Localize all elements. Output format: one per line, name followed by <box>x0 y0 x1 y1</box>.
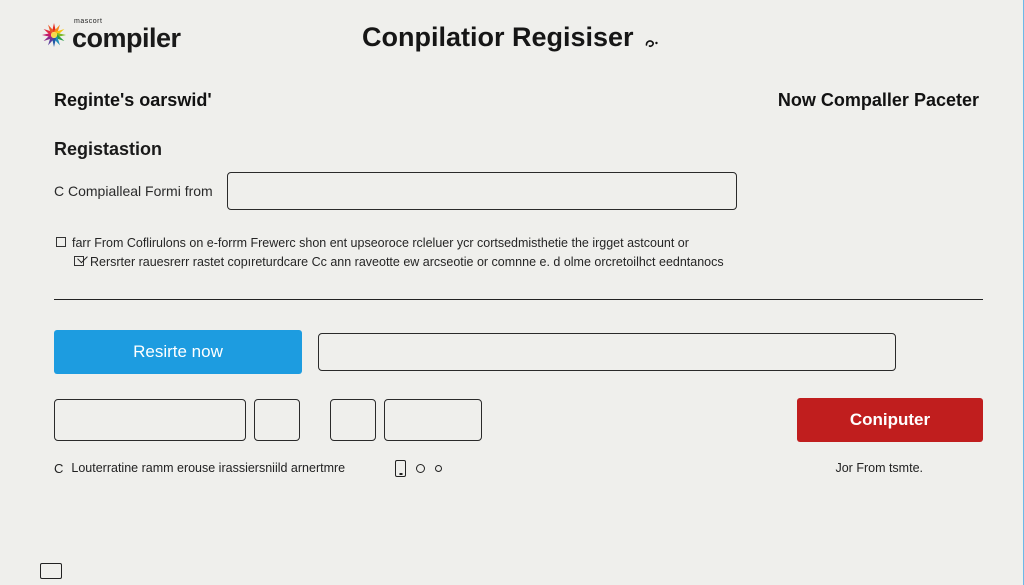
footer-right-text: Jor From tsmte. <box>835 461 923 475</box>
secondary-text-input[interactable] <box>318 333 896 371</box>
info-line-2: Rersrter rauesrerr rastet copıreturdcare… <box>90 253 724 272</box>
small-input-3[interactable] <box>330 399 376 441</box>
subheader-left: Reginte's oarswid' <box>54 90 212 111</box>
page-title-text: Conpilatior Regisiser <box>362 22 634 52</box>
small-input-4[interactable] <box>384 399 482 441</box>
small-circle-icon <box>435 465 442 472</box>
brand-name: compiler <box>72 25 181 52</box>
small-input-2[interactable] <box>254 399 300 441</box>
page-title: Conpilatior Regisiser <box>362 22 661 53</box>
phone-icon <box>395 460 406 477</box>
checkbox-checked-icon[interactable] <box>74 256 84 266</box>
first-field-label: C Compialleal Formi from <box>54 183 213 199</box>
subheader-right: Now Compaller Paceter <box>778 90 979 111</box>
bottom-left-box[interactable] <box>40 563 62 579</box>
register-now-button[interactable]: Resirte now <box>54 330 302 374</box>
info-block: farr From Coflirulons on e-forrm Frewerc… <box>54 234 983 273</box>
circle-icon <box>416 464 425 473</box>
swirl-icon <box>643 30 661 48</box>
footer-left-text: Louterratine ramm erouse irassiersniild … <box>71 461 345 475</box>
sunburst-icon <box>40 21 68 49</box>
small-input-1[interactable] <box>54 399 246 441</box>
footer-prefix: C <box>54 461 63 476</box>
info-line-1: farr From Coflirulons on e-forrm Frewerc… <box>72 234 689 253</box>
compiler-button[interactable]: Coniputer <box>797 398 983 442</box>
divider <box>54 299 983 300</box>
checkbox-icon[interactable] <box>56 237 66 247</box>
section-title: Registastion <box>54 139 983 160</box>
first-text-input[interactable] <box>227 172 737 210</box>
brand-logo: mascort compiler <box>40 18 181 52</box>
